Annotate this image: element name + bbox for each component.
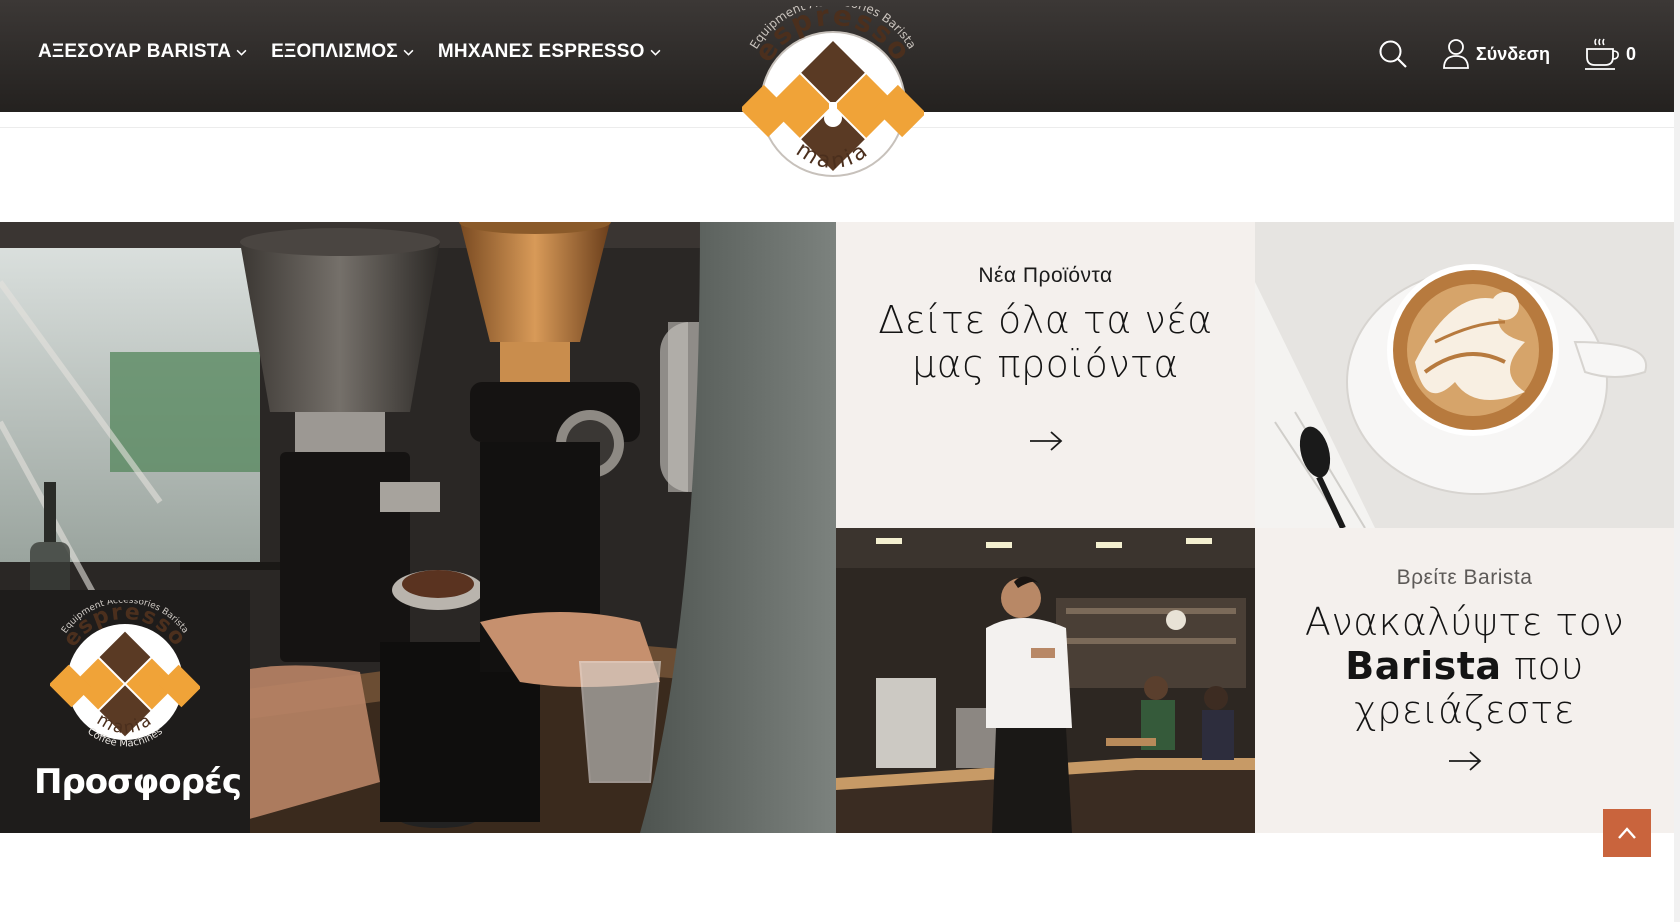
chevron-down-icon — [403, 49, 414, 56]
promo-logo: Equipment Accessories Barista espresso m… — [50, 600, 200, 750]
nav-item-label: ΕΞΟΠΛΙΣΜΟΣ — [271, 41, 398, 62]
nav-item-label: ΑΞΕΣΟΥΑΡ BARISTA — [38, 41, 232, 62]
login-label: Σύνδεση — [1475, 43, 1550, 64]
barista-cafe-image[interactable] — [836, 528, 1255, 833]
latte-photo — [1255, 222, 1674, 528]
latte-art-image[interactable] — [1255, 222, 1674, 528]
tile-heading-line: Δείτε όλα τα νέα — [878, 298, 1213, 342]
arrow-right-icon[interactable] — [1448, 750, 1482, 772]
promo-title: Προσφορές — [34, 762, 242, 802]
promo-card-offers[interactable]: Equipment Accessories Barista espresso m… — [0, 590, 250, 833]
arrow-right-icon[interactable] — [1029, 430, 1063, 452]
tile-eyebrow: Νέα Προϊόντα — [978, 264, 1113, 287]
user-icon — [1443, 39, 1469, 69]
tile-eyebrow: Βρείτε Barista — [1396, 566, 1533, 589]
hero-image-barista-grinder[interactable]: Equipment Accessories Barista espresso m… — [0, 222, 836, 833]
chevron-up-icon — [1618, 827, 1636, 839]
category-banner: Equipment Accessories Barista espresso m… — [0, 222, 1674, 833]
cafe-photo — [836, 528, 1255, 833]
chevron-down-icon — [650, 49, 661, 56]
nav-item-equipment[interactable]: ΕΞΟΠΛΙΣΜΟΣ — [271, 41, 414, 63]
search-icon — [1379, 40, 1407, 68]
page-scrollbar[interactable] — [1674, 0, 1680, 922]
tile-heading-line: Ανακαλύψτε τον — [1304, 600, 1625, 644]
main-nav: ΑΞΕΣΟΥΑΡ BARISTA ΕΞΟΠΛΙΣΜΟΣ ΜΗΧΑΝΕΣ ESPR… — [38, 0, 661, 104]
tile-heading-line: χρειάζεστε — [1354, 688, 1575, 732]
chevron-down-icon — [236, 49, 247, 56]
cart-count: 0 — [1625, 43, 1636, 64]
nav-item-label: ΜΗΧΑΝΕΣ ESPRESSO — [437, 41, 645, 62]
back-to-top-button[interactable] — [1603, 809, 1651, 857]
cart-icon — [1584, 38, 1619, 70]
header-actions: Σύνδεση 0 — [1378, 0, 1636, 108]
tile-find-barista[interactable]: Βρείτε Barista Ανακαλύψτε τον Barista πο… — [1255, 528, 1674, 833]
tile-heading-bold: Barista — [1345, 644, 1502, 688]
tile-heading-rest: που — [1501, 644, 1584, 688]
nav-item-espresso-machines[interactable]: ΜΗΧΑΝΕΣ ESPRESSO — [438, 41, 661, 63]
login-button[interactable]: Σύνδεση — [1442, 38, 1550, 70]
tile-heading-line: μας προϊόντα — [912, 342, 1179, 386]
tile-new-products[interactable]: Νέα Προϊόντα Δείτε όλα τα νέα μας προϊόν… — [836, 222, 1255, 528]
cart-button[interactable]: 0 — [1584, 37, 1636, 71]
tile-heading-line: Barista που — [1305, 644, 1624, 688]
nav-item-barista-accessories[interactable]: ΑΞΕΣΟΥΑΡ BARISTA — [38, 41, 247, 63]
search-button[interactable] — [1378, 39, 1408, 69]
tile-heading: Ανακαλύψτε τον Barista που χρειάζεστε — [1305, 600, 1624, 732]
site-logo[interactable]: Equipment Accessories Barista espresso m… — [739, 0, 927, 184]
tile-heading: Δείτε όλα τα νέα μας προϊόντα — [878, 298, 1212, 386]
